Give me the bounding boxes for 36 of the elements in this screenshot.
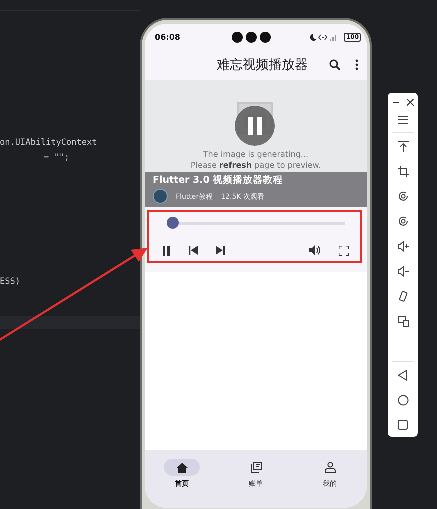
next-icon[interactable] bbox=[216, 246, 225, 255]
placeholder-text: The image is generating... bbox=[203, 149, 309, 160]
close-icon[interactable] bbox=[406, 99, 414, 106]
person-icon bbox=[324, 462, 336, 473]
volume-up-icon[interactable] bbox=[398, 241, 408, 252]
avatar bbox=[153, 189, 168, 204]
screens-icon[interactable] bbox=[398, 316, 408, 327]
home-icon bbox=[176, 462, 188, 472]
code-line: on.UIAbilityContext bbox=[0, 138, 98, 148]
play-pause-button[interactable] bbox=[235, 106, 275, 146]
camera-cutout-icon bbox=[232, 32, 272, 42]
crop-icon[interactable] bbox=[398, 166, 408, 177]
rotate-icon[interactable] bbox=[398, 191, 408, 202]
volume-down-icon[interactable] bbox=[398, 266, 408, 277]
pause-icon bbox=[247, 117, 263, 135]
upload-icon[interactable] bbox=[398, 141, 408, 152]
recents-icon[interactable] bbox=[398, 420, 408, 430]
minimize-icon[interactable] bbox=[392, 100, 398, 106]
list-icon bbox=[250, 462, 262, 473]
rotate-icon[interactable] bbox=[398, 216, 408, 227]
placeholder-text: Please refresh page to preview. bbox=[190, 160, 322, 171]
video-title: Flutter 3.0 视频播放器教程 bbox=[153, 174, 284, 187]
home-circle-icon[interactable] bbox=[398, 395, 408, 406]
volume-icon[interactable] bbox=[309, 245, 321, 256]
code-line: = ""; bbox=[44, 153, 70, 163]
shake-icon[interactable] bbox=[398, 291, 408, 302]
previous-icon[interactable] bbox=[189, 246, 198, 255]
status-time: 06:08 bbox=[155, 32, 180, 42]
code-line: ESS) bbox=[0, 277, 20, 287]
menu-icon[interactable] bbox=[398, 116, 408, 124]
pause-icon[interactable] bbox=[162, 246, 171, 256]
fullscreen-icon[interactable] bbox=[339, 246, 349, 256]
back-icon[interactable] bbox=[398, 370, 408, 381]
more-icon[interactable] bbox=[355, 59, 359, 71]
search-icon[interactable] bbox=[329, 59, 341, 71]
app-title: 难忘视频播放器 bbox=[217, 57, 308, 74]
